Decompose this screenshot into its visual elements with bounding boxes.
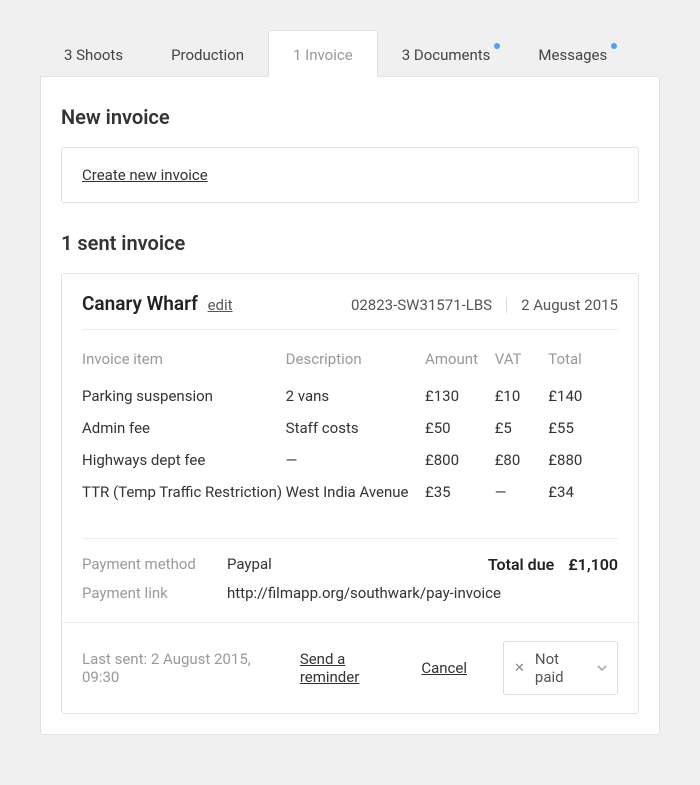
cell-item: Parking suspension [82,380,286,412]
tab-invoice[interactable]: 1 Invoice [268,30,378,77]
invoice-date: 2 August 2015 [521,296,618,314]
cell-amount: £35 [425,476,495,508]
tab-documents[interactable]: 3 Documents [378,31,515,76]
invoice-items-table: Invoice item Description Amount VAT Tota… [82,344,618,508]
notification-dot-icon [494,43,500,49]
cell-item: Highways dept fee [82,444,286,476]
payment-method-label: Payment method [82,555,227,574]
notification-dot-icon [611,43,617,49]
cell-amount: £130 [425,380,495,412]
cell-total: £55 [548,412,618,444]
send-reminder-link[interactable]: Send a reminder [300,650,404,686]
cell-amount: £50 [425,412,495,444]
cell-description: Staff costs [286,412,425,444]
invoice-panel: New invoice Create new invoice 1 sent in… [40,76,660,735]
payment-block: Payment method Paypal Total due £1,100 P… [62,539,638,622]
total-due: Total due £1,100 [488,555,618,574]
invoice-card-header: Canary Wharf edit 02823-SW31571-LBS 2 Au… [82,274,618,330]
cell-total: £880 [548,444,618,476]
payment-status-select[interactable]: ✕ Not paid [503,641,618,695]
payment-link-value: http://filmapp.org/southwark/pay-invoice [227,584,618,602]
last-sent: Last sent: 2 August 2015, 09:30 [82,650,282,686]
status-value: Not paid [535,650,587,686]
cancel-link[interactable]: Cancel [421,659,467,677]
create-new-invoice-link[interactable]: Create new invoice [82,166,208,184]
new-invoice-heading: New invoice [61,105,639,129]
meta-separator [506,297,507,313]
table-row: TTR (Temp Traffic Restriction) West Indi… [82,476,618,508]
cell-vat: £80 [495,444,549,476]
tab-label: 1 Invoice [293,46,353,64]
table-row: Parking suspension 2 vans £130 £10 £140 [82,380,618,412]
create-invoice-box: Create new invoice [61,147,639,203]
tabs: 3 Shoots Production 1 Invoice 3 Document… [40,30,660,76]
cell-vat: £10 [495,380,549,412]
tab-label: 3 Documents [402,46,491,64]
last-sent-label: Last sent: [82,650,147,668]
tab-messages[interactable]: Messages [514,31,631,76]
payment-link-label: Payment link [82,584,227,602]
cell-amount: £800 [425,444,495,476]
invoice-title: Canary Wharf [82,292,198,315]
invoice-footer: Last sent: 2 August 2015, 09:30 Send a r… [62,622,638,713]
tab-production[interactable]: Production [147,31,268,76]
total-due-label: Total due [488,555,554,574]
cell-vat: £5 [495,412,549,444]
chevron-down-icon [597,665,607,671]
tab-label: 3 Shoots [64,46,123,64]
cell-description: 2 vans [286,380,425,412]
payment-method-value: Paypal [227,555,488,574]
col-header-total: Total [548,344,618,380]
table-row: Highways dept fee — £800 £80 £880 [82,444,618,476]
col-header-vat: VAT [495,344,549,380]
cell-description: West India Avenue [286,476,425,508]
cell-item: Admin fee [82,412,286,444]
tab-label: Messages [538,46,607,64]
cell-total: £140 [548,380,618,412]
table-row: Admin fee Staff costs £50 £5 £55 [82,412,618,444]
tab-shoots[interactable]: 3 Shoots [40,31,147,76]
col-header-amount: Amount [425,344,495,380]
col-header-item: Invoice item [82,344,286,380]
total-due-value: £1,100 [568,555,618,574]
cell-total: £34 [548,476,618,508]
edit-invoice-link[interactable]: edit [208,296,233,314]
cell-vat: — [495,476,549,508]
tab-label: Production [171,46,244,64]
close-icon: ✕ [514,662,525,675]
cell-description: — [286,444,425,476]
invoice-card: Canary Wharf edit 02823-SW31571-LBS 2 Au… [61,273,639,714]
cell-item: TTR (Temp Traffic Restriction) [82,476,286,508]
sent-invoice-heading: 1 sent invoice [61,231,639,255]
col-header-description: Description [286,344,425,380]
invoice-reference: 02823-SW31571-LBS [351,296,492,314]
